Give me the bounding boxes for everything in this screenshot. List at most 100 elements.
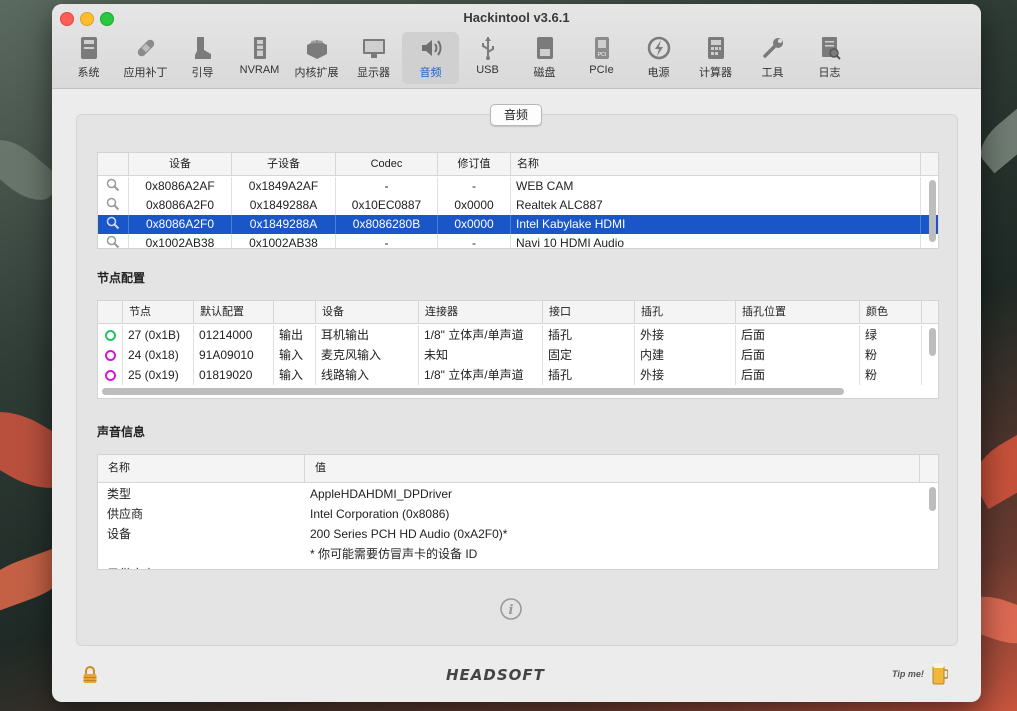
column-header[interactable]: 连接器: [419, 301, 543, 323]
usb-icon: [475, 35, 501, 61]
toolbar-item-calculator[interactable]: 计算器: [687, 32, 744, 84]
sound-info-row: 类型 AppleHDAHDMI_DPDriver: [98, 484, 938, 504]
lock-icon: [83, 666, 97, 683]
toolbar-item-pcie[interactable]: PCI PCIe: [573, 32, 630, 84]
device-row[interactable]: 0x8086A2F0 0x1849288A 0x8086280B 0x0000 Inte…: [98, 215, 938, 234]
column-header[interactable]: 子设备: [232, 153, 336, 175]
magnifier-icon[interactable]: [98, 215, 129, 234]
jack-color-indicator: [98, 325, 123, 345]
device-cell: 0x1849288A: [232, 215, 336, 234]
toolbar-item-system[interactable]: 系统: [60, 32, 117, 84]
toolbar-item-speaker[interactable]: 音频: [402, 32, 459, 84]
column-header[interactable]: 名称: [98, 455, 305, 482]
device-cell: 0x8086280B: [336, 215, 438, 234]
tip-me-button[interactable]: Tip me!: [890, 660, 952, 688]
system-icon: [76, 35, 102, 61]
sound-info-row: 设备 200 Series PCH HD Audio (0xA2F0)*: [98, 524, 938, 544]
node-row[interactable]: 24 (0x18) 91A09010 输入 麦克风输入 未知 固定 内建 后面粉: [98, 345, 938, 365]
node-cell: 线路输入: [316, 365, 419, 385]
toolbar-item-lego[interactable]: 内核扩展: [288, 32, 345, 84]
toolbar-item-display[interactable]: 显示器: [345, 32, 402, 84]
lock-button[interactable]: [82, 666, 98, 684]
titlebar: Hackintool v3.6.1 系统 应用补丁 引导 NVRAM 内核扩展 显示器 音频…: [52, 4, 981, 89]
toolbar-item-boot[interactable]: 引导: [174, 32, 231, 84]
column-header[interactable]: 设备: [129, 153, 232, 175]
column-header[interactable]: [274, 301, 316, 323]
toolbar-item-log[interactable]: 日志: [801, 32, 858, 84]
column-header[interactable]: 值: [305, 455, 920, 482]
speaker-icon: [418, 35, 444, 61]
magnifier-icon[interactable]: [98, 177, 129, 196]
column-header[interactable]: 设备: [316, 301, 419, 323]
node-cell: 1/8" 立体声/单声道: [419, 325, 543, 345]
devices-table-header: 设备 子设备 Codec 修订值 名称: [98, 153, 938, 176]
toolbar-item-label: 音频: [419, 67, 442, 79]
nodes-section-title: 节点配置: [97, 271, 146, 285]
headsoft-logo: HEADSOFT: [446, 666, 545, 684]
column-header[interactable]: 名称: [511, 153, 921, 175]
node-cell: 27 (0x1B): [123, 325, 194, 345]
tab-audio[interactable]: 音频: [490, 104, 542, 126]
device-row[interactable]: 0x1002AB38 0x1002AB38- - Navi 10 HDMI Audio: [98, 234, 938, 248]
devices-scrollbar[interactable]: [929, 180, 936, 242]
disk-icon: [532, 35, 558, 61]
column-header[interactable]: 修订值: [438, 153, 511, 175]
sound-info-key: 子供应商: [98, 564, 305, 569]
column-header[interactable]: [98, 301, 123, 323]
node-cell: 耳机输出: [316, 325, 419, 345]
wrench-icon: [760, 35, 786, 61]
toolbar-item-label: 电源: [647, 67, 670, 79]
toolbar-item-bandage[interactable]: 应用补丁: [117, 32, 174, 84]
column-header[interactable]: [98, 153, 129, 175]
svg-text:PCI: PCI: [597, 52, 605, 58]
column-header[interactable]: Codec: [336, 153, 438, 175]
node-row[interactable]: 25 (0x19) 01819020 输入 线路输入 1/8" 立体声/单声道 插孔 外接后…: [98, 365, 938, 385]
magnifier-icon[interactable]: [98, 196, 129, 215]
toolbar-item-label: 磁盘: [533, 67, 556, 79]
toolbar-item-usb[interactable]: USB: [459, 32, 516, 84]
display-icon: [361, 35, 387, 61]
column-header[interactable]: 插孔: [635, 301, 736, 323]
node-row[interactable]: 27 (0x1B) 01214000 输出 耳机输出 1/8" 立体声/单声道 插孔 外接后…: [98, 325, 938, 345]
toolbar-item-power[interactable]: 电源: [630, 32, 687, 84]
nodes-hscrollbar[interactable]: [102, 388, 844, 395]
device-row[interactable]: 0x8086A2F0 0x1849288A 0x10EC0887 0x0000 Real…: [98, 196, 938, 215]
node-cell: 绿: [860, 325, 922, 345]
column-header[interactable]: 节点: [123, 301, 194, 323]
device-cell: 0x1849288A: [232, 196, 336, 215]
device-cell: 0x8086A2F0: [129, 196, 232, 215]
column-header[interactable]: 插孔位置: [736, 301, 860, 323]
column-header[interactable]: 接口: [543, 301, 635, 323]
node-cell: 麦克风输入: [316, 345, 419, 365]
column-header[interactable]: 颜色: [860, 301, 922, 323]
info-button[interactable]: i: [500, 598, 522, 620]
toolbar-item-label: 工具: [761, 67, 784, 79]
power-icon: [646, 35, 672, 61]
magnifier-icon[interactable]: [98, 234, 129, 248]
sound-info-body: 类型 AppleHDAHDMI_DPDriver 供应商 Intel Corporat…: [98, 483, 938, 569]
sound-info-value: ASRock Incorporation (0x1849): [305, 564, 920, 569]
nodes-vscrollbar[interactable]: [929, 328, 936, 356]
toolbar-item-label: NVRAM: [239, 64, 280, 76]
device-cell: -: [438, 177, 511, 196]
sound-info-scrollbar[interactable]: [929, 487, 936, 511]
sound-info-row: 子供应商ASRock Incorporation (0x1849): [98, 564, 938, 569]
toolbar-item-label: 内核扩展: [294, 67, 339, 79]
node-cell: 01819020: [194, 365, 274, 385]
device-cell: 0x8086A2F0: [129, 215, 232, 234]
node-cell: 未知: [419, 345, 543, 365]
toolbar-item-wrench[interactable]: 工具: [744, 32, 801, 84]
jack-color-indicator: [98, 365, 123, 385]
device-row[interactable]: 0x8086A2AF 0x1849A2AF - - WEB CAM: [98, 177, 938, 196]
column-header[interactable]: 默认配置: [194, 301, 274, 323]
toolbar-item-label: 应用补丁: [123, 67, 168, 79]
beer-icon: [932, 663, 948, 685]
toolbar-item-label: 日志: [818, 67, 841, 79]
device-cell: 0x0000: [438, 196, 511, 215]
toolbar: 系统 应用补丁 引导 NVRAM 内核扩展 显示器 音频 USB 磁盘 PCI PCIe 电源 计算器 工…: [60, 32, 858, 84]
toolbar-item-nvram[interactable]: NVRAM: [231, 32, 288, 84]
sound-info-value: Intel Corporation (0x8086): [310, 507, 450, 521]
node-cell: 插孔: [543, 325, 635, 345]
toolbar-item-disk[interactable]: 磁盘: [516, 32, 573, 84]
node-cell: 输入: [274, 345, 316, 365]
